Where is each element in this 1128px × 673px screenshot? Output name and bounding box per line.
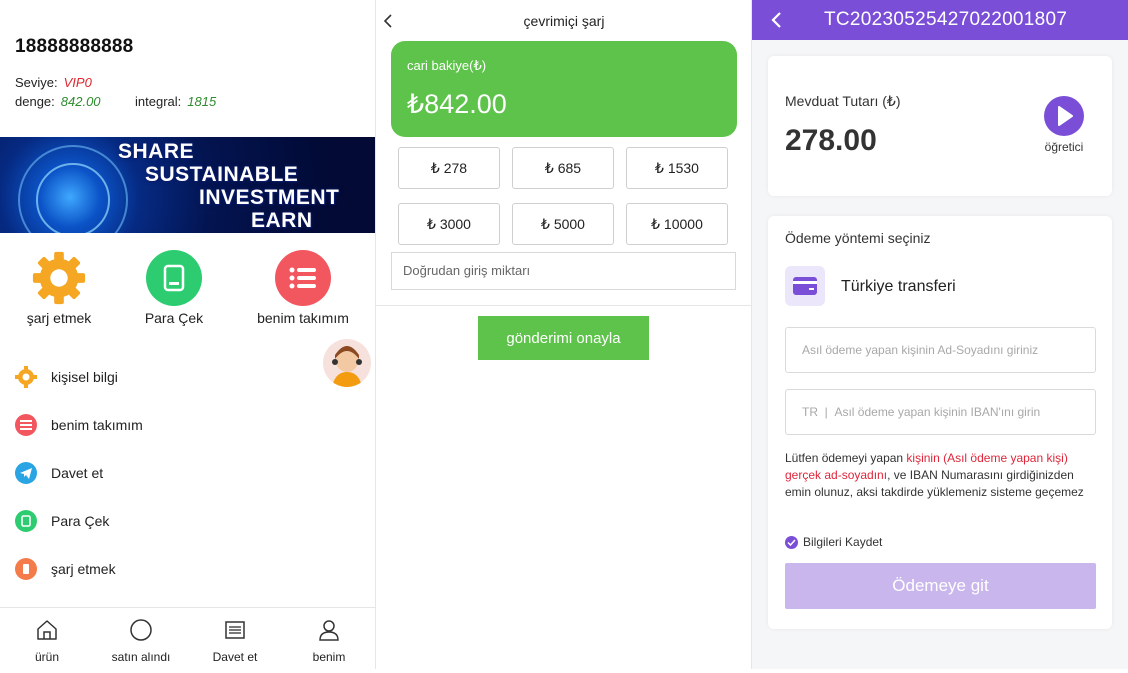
- balance-card: cari bakiye(₺) ₺842.00: [391, 41, 737, 137]
- promo-banner[interactable]: SHARE SUSTAINABLE INVESTMENT EARN: [0, 137, 375, 233]
- menu-item-label: şarj etmek: [51, 561, 116, 577]
- back-button[interactable]: [770, 11, 784, 29]
- amount-option[interactable]: ₺ 278: [398, 147, 500, 189]
- bottom-tab-bar: ürün satın alındı Davet et benim: [0, 607, 375, 669]
- quick-action-team[interactable]: benim takımım: [243, 250, 363, 326]
- tab-purchased[interactable]: satın alındı: [94, 608, 188, 669]
- banner-globe-ring-inner: [36, 163, 110, 233]
- balance-card-value: ₺842.00: [407, 89, 507, 119]
- menu-item-label: Para Çek: [51, 513, 110, 529]
- tab-label: ürün: [34, 650, 60, 664]
- note-text: Lütfen ödemeyi yapan: [785, 451, 907, 465]
- home-icon: [37, 620, 57, 640]
- user-icon: [319, 620, 339, 641]
- method-name[interactable]: Türkiye transferi: [841, 278, 956, 296]
- amount-option[interactable]: ₺ 3000: [398, 203, 500, 245]
- telegram-icon: [15, 462, 37, 484]
- deposit-value: 278.00: [785, 124, 877, 157]
- list-icon: [275, 250, 331, 306]
- quick-action-recharge[interactable]: şarj etmek: [0, 250, 119, 326]
- payment-panel: TC20230525427022001807 Mevduat Tutarı (₺…: [752, 0, 1128, 669]
- payment-header: TC20230525427022001807: [752, 0, 1128, 40]
- save-info-checkbox[interactable]: Bilgileri Kaydet: [785, 535, 882, 549]
- screen: 18888888888 Seviye: VIP0 denge: 842.00 int…: [0, 0, 1128, 673]
- circle-icon: [130, 619, 152, 641]
- tab-mine[interactable]: benim: [282, 608, 375, 669]
- iban-placeholder: Asıl ödeme yapan kişinin IBAN'ını girin: [834, 405, 1041, 419]
- tab-label: benim: [312, 650, 346, 664]
- menu-item-my-team[interactable]: benim takımım: [15, 411, 355, 439]
- iban-input[interactable]: TR | Asıl ödeme yapan kişinin IBAN'ını g…: [785, 389, 1096, 435]
- tutorial-label[interactable]: öğretici: [1031, 140, 1097, 154]
- payment-method-card: Ödeme yöntemi seçiniz Türkiye transferi …: [768, 216, 1112, 629]
- iban-prefix: TR: [802, 405, 818, 419]
- balance-value: 842.00: [60, 94, 101, 109]
- banner-line-3: INVESTMENT: [199, 186, 340, 209]
- menu-item-recharge[interactable]: şarj etmek: [15, 555, 355, 583]
- wallet-icon: [146, 250, 202, 306]
- banner-line-2: SUSTAINABLE: [145, 163, 299, 186]
- tab-label: Davet et: [212, 650, 258, 664]
- order-id: TC20230525427022001807: [824, 9, 1068, 30]
- tab-invite[interactable]: Davet et: [188, 608, 282, 669]
- level-row: Seviye: VIP0: [15, 75, 92, 90]
- confirm-button[interactable]: gönderimi onayla: [478, 316, 649, 360]
- amount-option[interactable]: ₺ 5000: [512, 203, 614, 245]
- check-icon: [785, 535, 798, 549]
- divider: [376, 305, 752, 306]
- quick-action-label: benim takımım: [257, 310, 349, 326]
- recharge-panel: çevrimiçi şarj cari bakiye(₺) ₺842.00 ₺ …: [376, 0, 752, 669]
- amount-option[interactable]: ₺ 10000: [626, 203, 728, 245]
- menu-item-invite[interactable]: Davet et: [15, 459, 355, 487]
- quick-action-withdraw[interactable]: Para Çek: [114, 250, 234, 326]
- amount-option[interactable]: ₺ 685: [512, 147, 614, 189]
- integral-value: 1815: [187, 94, 217, 109]
- balance-label: denge:: [15, 94, 55, 109]
- warning-note: Lütfen ödemeyi yapan kişinin (Asıl ödeme…: [785, 450, 1101, 501]
- menu-item-withdraw[interactable]: Para Çek: [15, 507, 355, 535]
- balance-row: denge: 842.00: [15, 94, 101, 109]
- list-icon: [225, 621, 245, 639]
- banner-line-1: SHARE: [118, 140, 195, 163]
- chevron-left-icon: [383, 14, 392, 28]
- integral-row: integral: 1815: [135, 94, 216, 109]
- quick-action-label: şarj etmek: [26, 310, 92, 326]
- save-info-label: Bilgileri Kaydet: [803, 535, 883, 549]
- profile-panel: 18888888888 Seviye: VIP0 denge: 842.00 int…: [0, 0, 376, 669]
- amount-option[interactable]: ₺ 1530: [626, 147, 728, 189]
- menu-item-personal-info[interactable]: kişisel bilgi: [15, 363, 355, 391]
- wallet-icon: [15, 510, 37, 532]
- play-icon: [1058, 106, 1073, 126]
- level-label: Seviye:: [15, 75, 58, 90]
- charge-icon: [15, 558, 37, 580]
- menu-item-label: kişisel bilgi: [51, 369, 118, 385]
- go-to-payment-button[interactable]: Ödemeye git: [785, 563, 1096, 609]
- quick-action-label: Para Çek: [144, 310, 204, 326]
- tab-product[interactable]: ürün: [0, 608, 94, 669]
- iban-separator: |: [818, 405, 835, 419]
- deposit-card: Mevduat Tutarı (₺) 278.00 öğretici: [768, 56, 1112, 196]
- chevron-left-icon: [771, 12, 781, 28]
- bank-card-icon: [785, 266, 825, 306]
- deposit-label: Mevduat Tutarı (₺): [785, 93, 901, 109]
- payer-name-input[interactable]: Asıl ödeme yapan kişinin Ad-Soyadını gir…: [785, 327, 1096, 373]
- banner-line-4: EARN: [251, 209, 313, 232]
- back-button[interactable]: [380, 12, 396, 30]
- tab-label: satın alındı: [111, 650, 171, 664]
- menu-item-label: benim takımım: [51, 417, 143, 433]
- gear-icon: [31, 250, 87, 306]
- menu-item-label: Davet et: [51, 465, 104, 481]
- tutorial-button[interactable]: [1044, 96, 1084, 136]
- list-icon: [15, 414, 37, 436]
- page-title: çevrimiçi şarj: [523, 13, 605, 29]
- level-value: VIP0: [63, 75, 92, 90]
- method-heading: Ödeme yöntemi seçiniz: [785, 230, 931, 246]
- direct-amount-input[interactable]: Doğrudan giriş miktarı: [391, 252, 736, 290]
- balance-card-label: cari bakiye(₺): [407, 58, 487, 73]
- integral-label: integral:: [135, 94, 182, 109]
- gear-icon: [15, 366, 37, 388]
- user-phone: 18888888888: [15, 36, 134, 57]
